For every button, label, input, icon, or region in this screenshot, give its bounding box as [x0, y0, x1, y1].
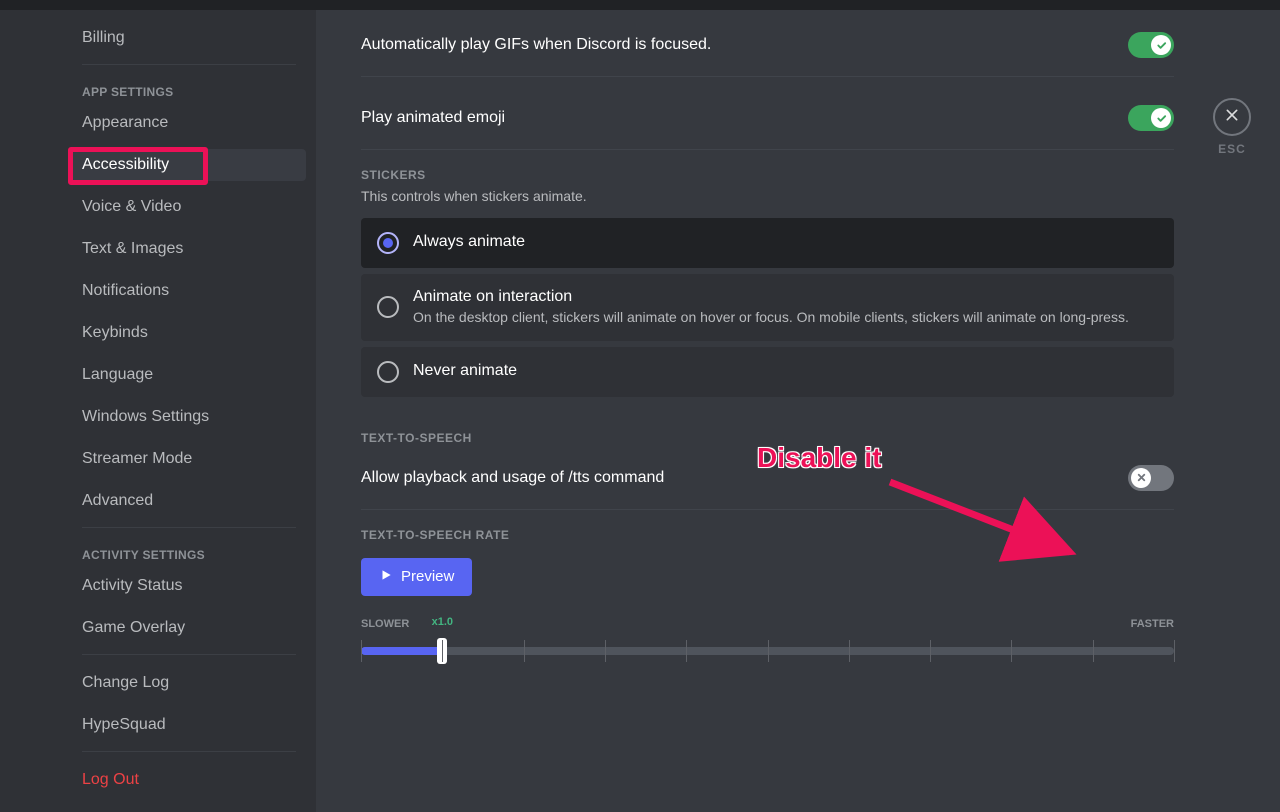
sidebar-header-app-settings: APP SETTINGS	[72, 77, 306, 105]
close-icon	[1224, 107, 1240, 128]
close-settings: ESC	[1206, 98, 1258, 156]
check-icon	[1151, 108, 1171, 128]
close-button[interactable]	[1213, 98, 1251, 136]
radio-stickers-never[interactable]: Never animate	[361, 347, 1174, 397]
section-desc-stickers: This controls when stickers animate.	[361, 188, 1174, 204]
setting-label-tts-allow: Allow playback and usage of /tts command	[361, 469, 664, 487]
sidebar-item-appearance[interactable]: Appearance	[72, 107, 306, 139]
radio-label: Always animate	[413, 233, 525, 251]
preview-button-label: Preview	[401, 568, 454, 585]
sidebar-item-voice-video[interactable]: Voice & Video	[72, 191, 306, 223]
sidebar-item-log-out[interactable]: Log Out	[72, 764, 306, 796]
close-label: ESC	[1206, 142, 1258, 156]
divider	[361, 149, 1174, 150]
settings-sidebar: Billing APP SETTINGS Appearance Accessib…	[0, 10, 316, 812]
radio-label: Never animate	[413, 362, 517, 380]
sidebar-item-notifications[interactable]: Notifications	[72, 275, 306, 307]
section-title-stickers: STICKERS	[361, 168, 1174, 182]
toggle-auto-gif[interactable]	[1128, 32, 1174, 58]
sidebar-item-activity-status[interactable]: Activity Status	[72, 570, 306, 602]
sidebar-item-language[interactable]: Language	[72, 359, 306, 391]
sidebar-separator	[82, 64, 296, 65]
sidebar-item-game-overlay[interactable]: Game Overlay	[72, 612, 306, 644]
setting-label-auto-gif: Automatically play GIFs when Discord is …	[361, 36, 711, 54]
sidebar-item-windows-settings[interactable]: Windows Settings	[72, 401, 306, 433]
preview-button[interactable]: Preview	[361, 558, 472, 596]
window-top-bar	[0, 0, 1280, 10]
settings-main: Automatically play GIFs when Discord is …	[316, 10, 1280, 812]
rate-current-value: x1.0	[432, 616, 453, 628]
sidebar-item-streamer-mode[interactable]: Streamer Mode	[72, 443, 306, 475]
divider	[361, 509, 1174, 510]
rate-slower-label: SLOWER	[361, 618, 409, 630]
section-title-tts: TEXT-TO-SPEECH	[361, 431, 1174, 445]
rate-faster-label: FASTER	[1131, 618, 1174, 630]
sidebar-item-advanced[interactable]: Advanced	[72, 485, 306, 517]
toggle-tts-allow[interactable]	[1128, 465, 1174, 491]
play-icon	[379, 568, 393, 586]
radio-stickers-interaction[interactable]: Animate on interaction On the desktop cl…	[361, 274, 1174, 341]
rate-slider[interactable]	[361, 636, 1174, 670]
toggle-animated-emoji[interactable]	[1128, 105, 1174, 131]
radio-stickers-always[interactable]: Always animate	[361, 218, 1174, 268]
sidebar-item-billing[interactable]: Billing	[72, 22, 306, 54]
sidebar-item-keybinds[interactable]: Keybinds	[72, 317, 306, 349]
section-title-tts-rate: TEXT-TO-SPEECH RATE	[361, 528, 1174, 542]
setting-label-animated-emoji: Play animated emoji	[361, 109, 505, 127]
radio-label: Animate on interaction	[413, 288, 1129, 306]
radio-icon	[377, 361, 399, 383]
sidebar-item-accessibility[interactable]: Accessibility	[72, 149, 306, 181]
radio-icon	[377, 296, 399, 318]
radio-group-stickers: Always animate Animate on interaction On…	[361, 218, 1174, 397]
sidebar-item-text-images[interactable]: Text & Images	[72, 233, 306, 265]
sidebar-item-change-log[interactable]: Change Log	[72, 667, 306, 699]
sidebar-separator	[82, 527, 296, 528]
sidebar-separator	[82, 654, 296, 655]
sidebar-header-activity-settings: ACTIVITY SETTINGS	[72, 540, 306, 568]
divider	[361, 76, 1174, 77]
sidebar-item-hypesquad[interactable]: HypeSquad	[72, 709, 306, 741]
radio-icon	[377, 232, 399, 254]
sidebar-separator	[82, 751, 296, 752]
check-icon	[1151, 35, 1171, 55]
radio-description: On the desktop client, stickers will ani…	[413, 308, 1129, 327]
x-icon	[1131, 468, 1151, 488]
